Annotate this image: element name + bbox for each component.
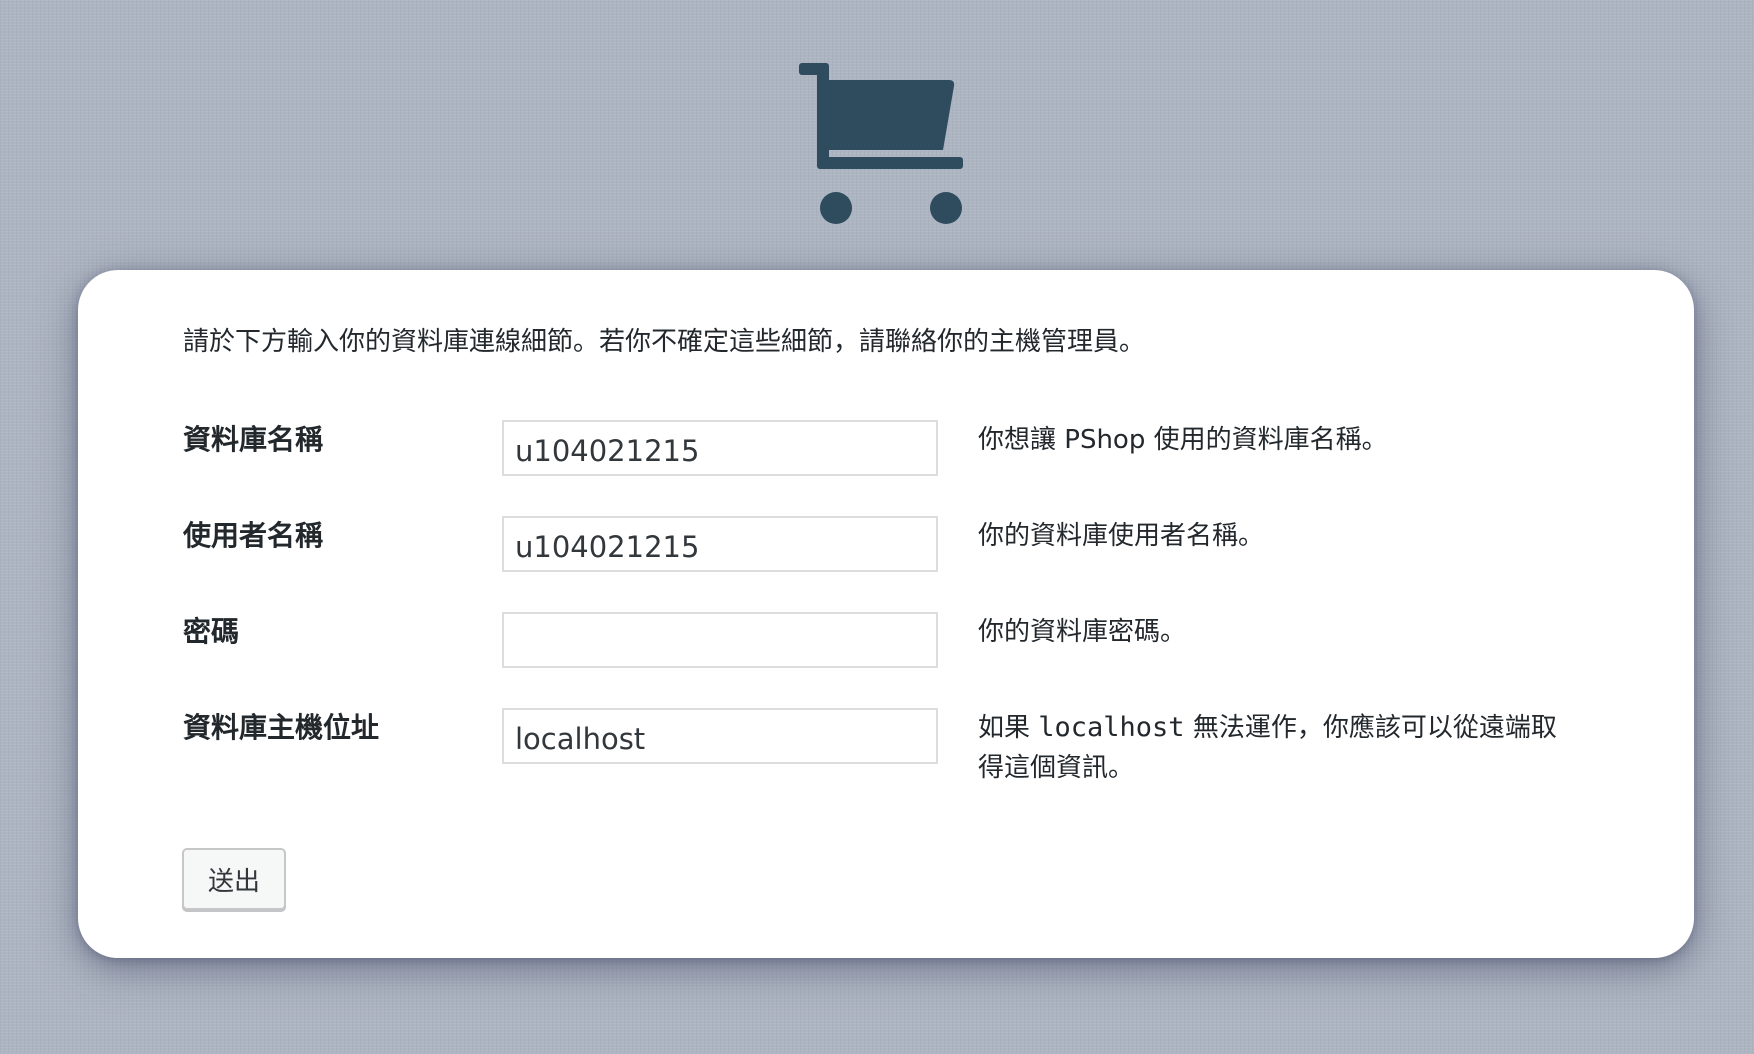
shopping-cart-icon <box>799 60 971 230</box>
username-label: 使用者名稱 <box>183 519 324 552</box>
submit-button[interactable]: 送出 <box>182 848 286 910</box>
database-host-input[interactable] <box>502 708 938 764</box>
database-host-description: 如果 localhost 無法運作，你應該可以從遠端取得這個資訊。 <box>978 708 1558 788</box>
password-description: 你的資料庫密碼。 <box>978 617 1187 647</box>
password-input[interactable] <box>502 612 938 668</box>
row-database-host: 資料庫主機位址 如果 localhost 無法運作，你應該可以從遠端取得這個資訊… <box>78 708 1694 798</box>
localhost-code: localhost <box>1038 712 1185 743</box>
row-username: 使用者名稱 你的資料庫使用者名稱。 <box>78 516 1694 576</box>
setup-card: 請於下方輸入你的資料庫連線細節。若你不確定這些細節，請聯絡你的主機管理員。 資料… <box>78 270 1694 958</box>
password-label: 密碼 <box>183 615 240 648</box>
row-database-name: 資料庫名稱 你想讓 PShop 使用的資料庫名稱。 <box>78 420 1694 480</box>
database-name-label: 資料庫名稱 <box>183 423 324 456</box>
row-password: 密碼 你的資料庫密碼。 <box>78 612 1694 672</box>
database-name-description: 你想讓 PShop 使用的資料庫名稱。 <box>978 425 1388 455</box>
database-host-label: 資料庫主機位址 <box>183 711 380 744</box>
intro-text: 請於下方輸入你的資料庫連線細節。若你不確定這些細節，請聯絡你的主機管理員。 <box>183 327 1146 357</box>
description-prefix: 如果 <box>978 713 1039 743</box>
username-description: 你的資料庫使用者名稱。 <box>978 521 1265 551</box>
database-name-input[interactable] <box>502 420 938 476</box>
username-input[interactable] <box>502 516 938 572</box>
